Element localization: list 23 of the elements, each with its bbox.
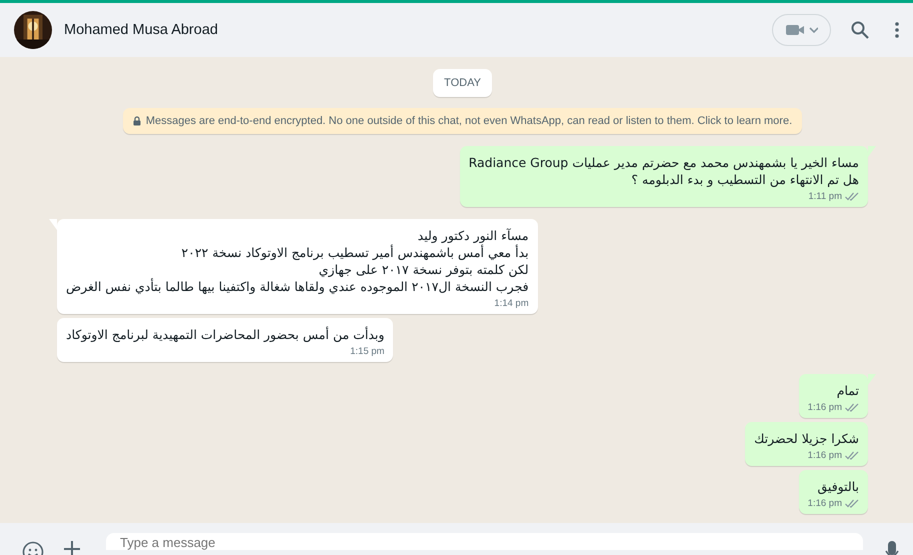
encryption-notice[interactable]: Messages are end-to-end encrypted. No one outside of this chat, not even WhatsApp, can read or listen to them. Click to learn more. [122,108,802,134]
message-text: تمام [836,382,859,399]
contact-name[interactable]: Mohamed Musa Abroad [64,22,218,38]
message-text: بالتوفيق [816,478,859,495]
message-text: مساء الخير يا بشمهندس محمد مع حضرتم مدير عمليات Radiance Group هل تم الانتهاء من التسطيب و بدء الدبلومه ؟ [468,154,859,188]
video-camera-icon [786,23,818,37]
message-text: مسآء النور دكتور وليد بدأ معي أمس باشمهندس أمير تسطيب برنامج الاوتوكاد نسخة ٢٠٢٢ لكن كلمته بتوفر نسخة ٢٠١٧ على جهازي فجرب النسخة ال٢٠١٧ الموجوده عندي ولقاها شغالة واكتفينا بيها طالما بتأدي نفس الغرض [66,227,529,295]
message-text: شكرا جزيلا لحضرتك [754,430,859,447]
message-text: وبدأت من أمس بحضور المحاضرات التمهيدية لبرنامج الاوتوكاد [66,326,384,343]
plus-icon[interactable] [64,541,80,555]
menu-icon[interactable] [895,22,899,38]
search-icon[interactable] [851,21,869,39]
message-time: 1:16 pm [808,450,842,461]
message-time: 1:14 pm [494,298,529,309]
message-input[interactable]: Type a message [106,533,863,550]
notice-text: Messages are end-to-end encrypted. No one outside of this chat, not even WhatsApp, can read or listen to them. Click to learn more. [146,115,792,127]
lock-icon [132,116,141,126]
message-time: 1:11 pm [808,191,842,202]
video-call-button[interactable] [772,14,831,46]
date-chip: TODAY [433,69,492,97]
message-time: 1:16 pm [808,402,842,413]
message-time: 1:15 pm [350,346,384,357]
message-time: 1:16 pm [808,498,842,509]
